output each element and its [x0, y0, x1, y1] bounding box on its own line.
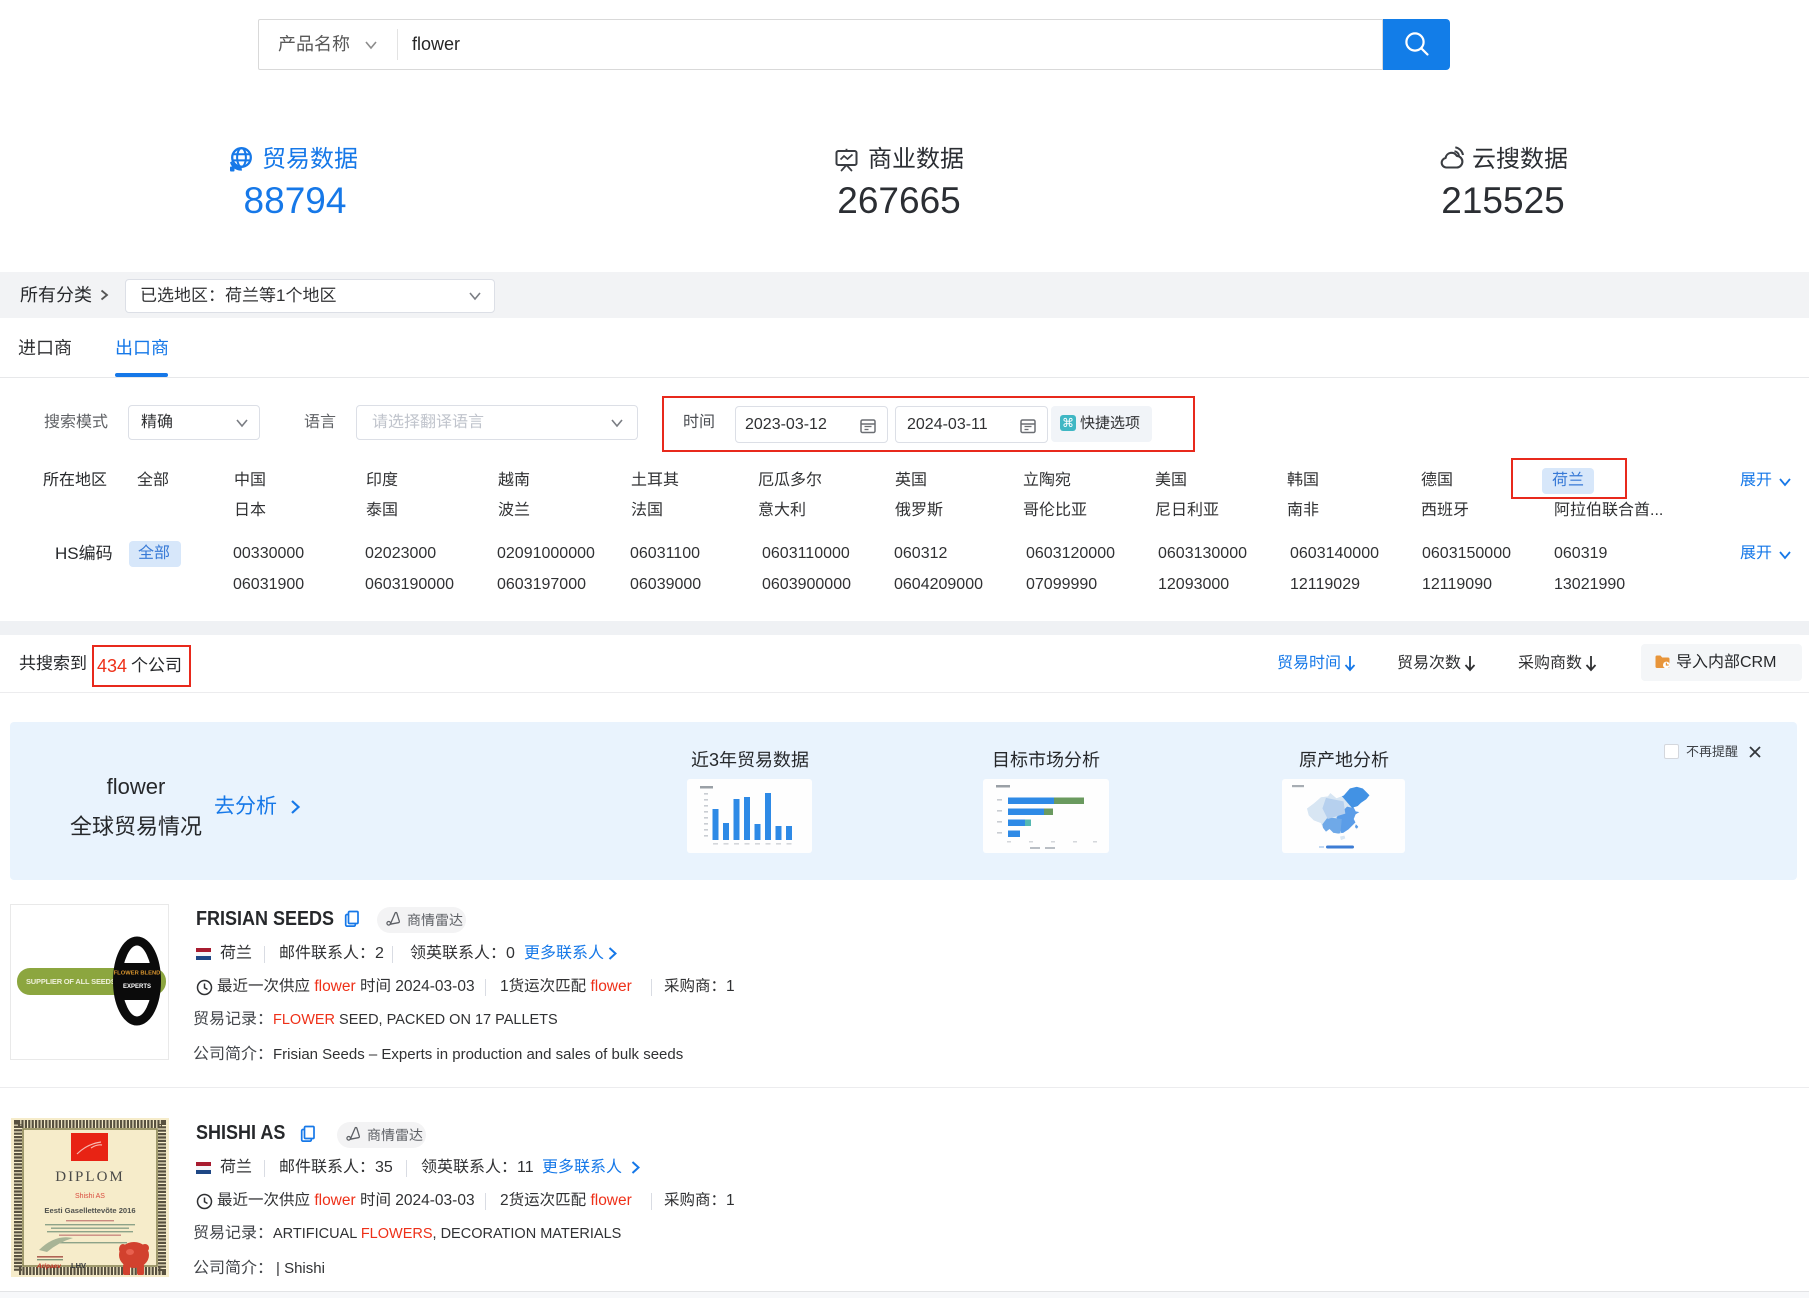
svg-text:FLOWER BLEND: FLOWER BLEND — [114, 971, 161, 977]
svg-text:Eesti Gasellettevõte 2016: Eesti Gasellettevõte 2016 — [44, 1206, 135, 1215]
svg-text:Shishi AS: Shishi AS — [75, 1193, 105, 1200]
svg-text:LHV: LHV — [71, 1261, 86, 1270]
svg-text:DIPLOM: DIPLOM — [55, 1169, 125, 1185]
svg-text:EXPERTS: EXPERTS — [123, 984, 151, 990]
svg-text:Aripaev: Aripaev — [36, 1263, 61, 1270]
